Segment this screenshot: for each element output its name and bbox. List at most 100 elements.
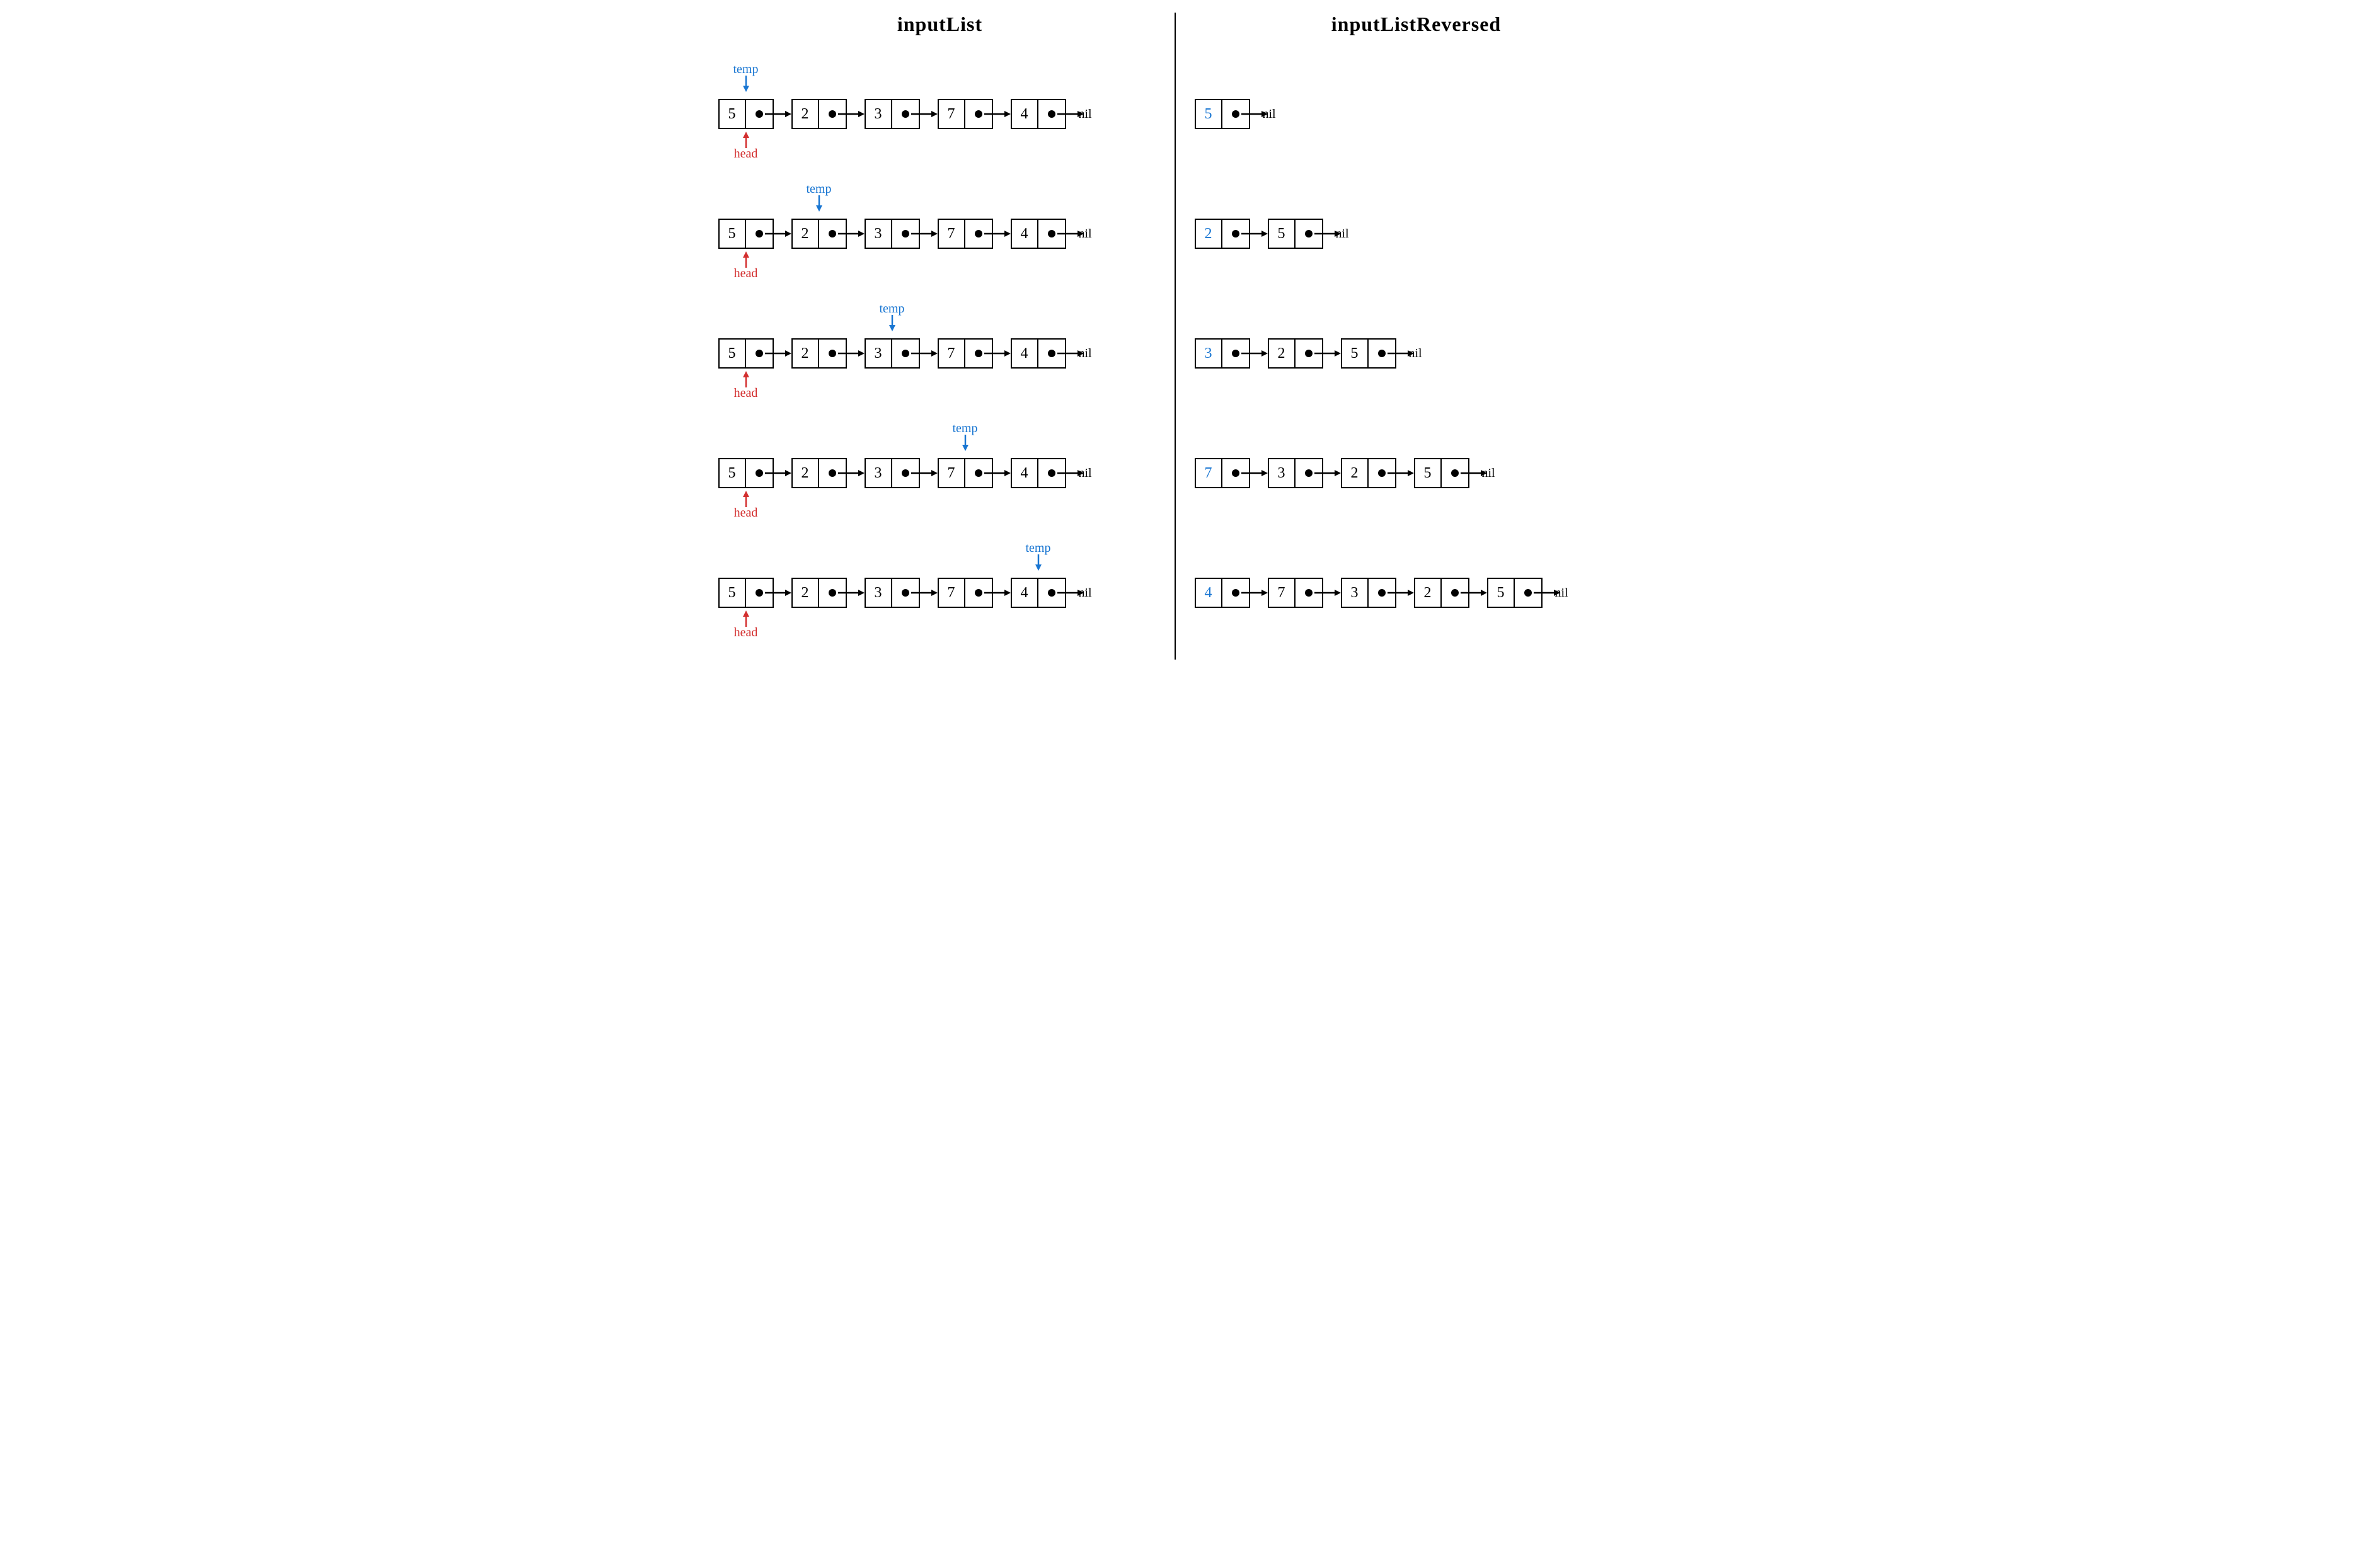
node-value: 3 — [1342, 579, 1369, 607]
arrow-icon — [765, 219, 791, 249]
dot-icon — [902, 230, 909, 237]
node-value: 3 — [1269, 459, 1296, 487]
dot-icon — [756, 469, 763, 477]
node-value: 4 — [1012, 340, 1038, 367]
arrow-icon — [1241, 578, 1268, 608]
arrow-icon — [1314, 219, 1341, 249]
node-value: 5 — [720, 340, 746, 367]
node-value: 2 — [793, 220, 819, 248]
arrow-icon — [1314, 578, 1341, 608]
arrow-icon — [838, 338, 865, 369]
head-label: head — [721, 386, 771, 401]
node-value: 2 — [793, 340, 819, 367]
dot-icon — [1232, 110, 1239, 118]
arrow-icon — [1057, 338, 1084, 369]
arrow-icon — [911, 458, 938, 488]
arrow-icon — [838, 99, 865, 129]
right-title: inputListReversed — [1195, 13, 1638, 36]
node-value: 3 — [866, 340, 892, 367]
temp-pointer: temp — [721, 62, 771, 92]
arrow-icon — [1241, 99, 1268, 129]
dot-icon — [1232, 230, 1239, 237]
node-value: 5 — [720, 100, 746, 128]
dot-icon — [1451, 589, 1459, 597]
arrow-icon — [984, 578, 1011, 608]
dot-icon — [1378, 350, 1386, 357]
arrow-icon — [838, 578, 865, 608]
temp-label: temp — [867, 302, 917, 316]
dot-icon — [756, 230, 763, 237]
node-value: 3 — [1196, 340, 1222, 367]
arrow-icon — [911, 219, 938, 249]
dot-icon — [975, 110, 982, 118]
node-value: 5 — [1488, 579, 1515, 607]
step-right: 4 7 3 2 5 nil — [1195, 540, 1638, 653]
node-value: 2 — [793, 579, 819, 607]
dot-icon — [975, 589, 982, 597]
step-left: 5 2 3 7 4 niltemphead — [718, 300, 1162, 414]
input-list-column: inputList 5 2 3 7 4 nil temp head 5 2 3 7 — [718, 13, 1176, 660]
temp-label: temp — [721, 62, 771, 77]
arrow-icon — [1388, 458, 1414, 488]
head-label: head — [721, 506, 771, 520]
dot-icon — [1305, 350, 1313, 357]
dot-icon — [1524, 589, 1532, 597]
arrow-icon — [1241, 458, 1268, 488]
arrow-icon — [911, 578, 938, 608]
arrow-icon — [1241, 219, 1268, 249]
node-value: 2 — [1196, 220, 1222, 248]
dot-icon — [1048, 230, 1055, 237]
arrow-icon — [984, 99, 1011, 129]
arrow-icon — [984, 458, 1011, 488]
node-value: 7 — [939, 340, 965, 367]
head-label: head — [721, 147, 771, 161]
node-value: 5 — [1415, 459, 1442, 487]
dot-icon — [1305, 230, 1313, 237]
dot-icon — [902, 350, 909, 357]
arrow-icon — [765, 458, 791, 488]
arrow-icon — [765, 578, 791, 608]
dot-icon — [756, 350, 763, 357]
node-value: 5 — [1342, 340, 1369, 367]
step-left: 5 2 3 7 4 nil temp head — [718, 420, 1162, 534]
temp-pointer: temp — [940, 421, 991, 451]
node-row: 5 2 3 7 4 nil — [718, 458, 1092, 488]
arrow-icon — [765, 338, 791, 369]
dot-icon — [902, 469, 909, 477]
arrow-icon — [765, 99, 791, 129]
node-value: 4 — [1012, 459, 1038, 487]
arrow-icon — [911, 99, 938, 129]
step-right: 7 3 2 5 nil — [1195, 420, 1638, 534]
node-value: 4 — [1012, 220, 1038, 248]
node-value: 7 — [939, 100, 965, 128]
node-row: 3 2 5 nil — [1195, 338, 1422, 369]
node-value: 5 — [1269, 220, 1296, 248]
left-title: inputList — [718, 13, 1162, 36]
dot-icon — [1305, 469, 1313, 477]
node-value: 7 — [1269, 579, 1296, 607]
step-left: 5 2 3 7 4 niltemphead — [718, 181, 1162, 294]
node-value: 7 — [939, 579, 965, 607]
node-row: 4 7 3 2 5 nil — [1195, 578, 1568, 608]
head-pointer: head — [721, 251, 771, 281]
dot-icon — [1378, 589, 1386, 597]
node-row: 7 3 2 5 nil — [1195, 458, 1495, 488]
node-value: 3 — [866, 220, 892, 248]
node-value: 4 — [1012, 579, 1038, 607]
temp-pointer: temp — [794, 182, 844, 212]
arrow-icon — [838, 219, 865, 249]
step-left: 5 2 3 7 4 niltemphead — [718, 540, 1162, 653]
dot-icon — [1048, 469, 1055, 477]
arrow-icon — [1388, 578, 1414, 608]
temp-label: temp — [940, 421, 991, 436]
temp-pointer: temp — [867, 302, 917, 331]
temp-label: temp — [794, 182, 844, 197]
temp-label: temp — [1013, 541, 1064, 556]
step-right: 2 5 nil — [1195, 181, 1638, 294]
dot-icon — [756, 589, 763, 597]
arrow-icon — [1314, 338, 1341, 369]
node-value: 4 — [1196, 579, 1222, 607]
arrow-icon — [1057, 458, 1084, 488]
node-row: 5 2 3 7 4 nil — [718, 578, 1092, 608]
arrow-icon — [1057, 219, 1084, 249]
